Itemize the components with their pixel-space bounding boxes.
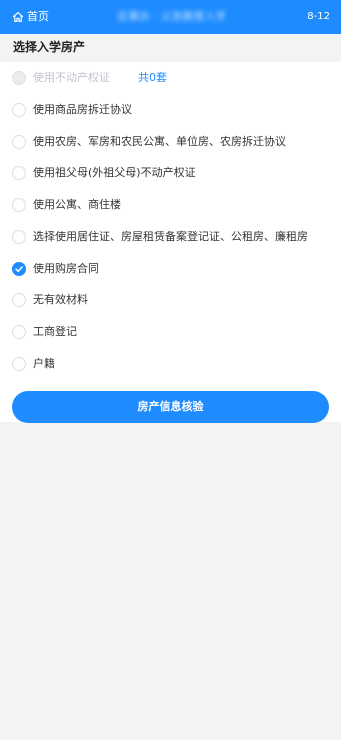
home-link[interactable]: 首页 xyxy=(12,9,49,25)
option-label: 使用商品房拆迁协议 xyxy=(33,103,132,116)
radio-household-registration[interactable] xyxy=(12,357,26,371)
date-label: 8-12 xyxy=(307,11,330,22)
radio-property-certificate xyxy=(12,71,26,85)
option-label: 工商登记 xyxy=(33,325,77,338)
radio-business-registration[interactable] xyxy=(12,325,26,339)
option-label: 使用农房、军房和农民公寓、单位房、农房拆迁协议 xyxy=(33,135,286,148)
option-property-certificate: 使用不动产权证 共0套 xyxy=(12,69,167,87)
property-verify-button[interactable]: 房产信息核验 xyxy=(12,391,329,423)
radio-grandparents-certificate[interactable] xyxy=(12,166,26,180)
option-label: 使用公寓、商住楼 xyxy=(33,198,121,211)
option-household-registration[interactable]: 户籍 xyxy=(12,355,55,373)
radio-purchase-contract[interactable] xyxy=(12,262,26,276)
option-no-valid-materials[interactable]: 无有效材料 xyxy=(12,291,88,309)
options-card: 使用不动产权证 共0套 使用商品房拆迁协议 使用农房、军房和农民公寓、单位房、农… xyxy=(0,62,341,422)
option-residence-permit[interactable]: 选择使用居住证、房屋租赁备案登记证、公租房、廉租房 xyxy=(12,228,308,246)
option-grandparents-certificate[interactable]: 使用祖父母(外祖父母)不动产权证 xyxy=(12,164,196,182)
option-label: 使用购房合同 xyxy=(33,262,99,275)
option-business-registration[interactable]: 工商登记 xyxy=(12,323,77,341)
property-count: 共0套 xyxy=(138,71,167,84)
option-purchase-contract[interactable]: 使用购房合同 xyxy=(12,260,99,278)
option-label: 户籍 xyxy=(33,357,55,370)
option-label: 无有效材料 xyxy=(33,293,88,306)
radio-no-valid-materials[interactable] xyxy=(12,293,26,307)
option-label: 使用不动产权证 xyxy=(33,71,110,84)
section-title: 选择入学房产 xyxy=(13,40,86,54)
option-label: 使用祖父母(外祖父母)不动产权证 xyxy=(33,166,196,179)
radio-commercial-demolition[interactable] xyxy=(12,103,26,117)
home-label: 首页 xyxy=(27,10,49,23)
option-apartment-commercial[interactable]: 使用公寓、商住楼 xyxy=(12,196,121,214)
option-rural-housing[interactable]: 使用农房、军房和农民公寓、单位房、农房拆迁协议 xyxy=(12,133,286,151)
option-commercial-demolition[interactable]: 使用商品房拆迁协议 xyxy=(12,101,132,119)
check-icon xyxy=(15,266,23,273)
radio-rural-housing[interactable] xyxy=(12,135,26,149)
top-bar: 首页 实事办 · 义务教育入学服务 8-12 xyxy=(0,0,341,34)
option-label: 选择使用居住证、房屋租赁备案登记证、公租房、廉租房 xyxy=(33,230,308,243)
home-icon xyxy=(12,12,24,22)
page-title: 实事办 · 义务教育入学服务 xyxy=(117,10,225,23)
radio-residence-permit[interactable] xyxy=(12,230,26,244)
radio-apartment-commercial[interactable] xyxy=(12,198,26,212)
